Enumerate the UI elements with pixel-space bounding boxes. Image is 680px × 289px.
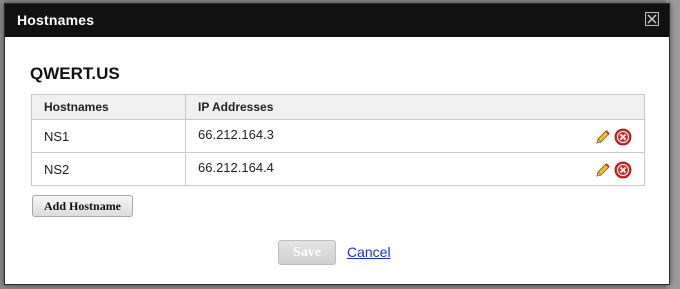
add-hostname-button[interactable]: Add Hostname — [32, 195, 134, 217]
ip-cell: 66.212.164.4 — [185, 152, 645, 186]
domain-name: QWERT.US — [30, 64, 120, 83]
edit-button[interactable] — [594, 128, 612, 146]
delete-button[interactable] — [614, 161, 632, 179]
ip-cell: 66.212.164.3 — [185, 119, 645, 153]
close-icon — [647, 14, 657, 24]
cancel-link[interactable]: Cancel — [347, 244, 391, 260]
row-actions — [594, 128, 632, 146]
delete-button[interactable] — [614, 128, 632, 146]
ip-value: 66.212.164.4 — [198, 159, 274, 175]
ip-value: 66.212.164.3 — [198, 126, 274, 142]
save-button[interactable]: Save — [278, 240, 336, 265]
hostname-cell: NS1 — [31, 119, 186, 153]
pencil-icon — [596, 162, 610, 177]
close-button[interactable] — [645, 12, 659, 26]
delete-circle-icon — [614, 128, 632, 145]
pencil-icon — [596, 129, 610, 144]
edit-button[interactable] — [594, 161, 612, 179]
column-header-ip-addresses: IP Addresses — [185, 94, 645, 120]
hostnames-dialog: Hostnames QWERT.US Hostnames IP Addresse… — [4, 3, 670, 285]
hostname-cell: NS2 — [31, 152, 186, 186]
table-row: NS1 66.212.164.3 — [31, 119, 645, 153]
column-header-hostnames: Hostnames — [31, 94, 186, 120]
delete-circle-icon — [614, 161, 632, 178]
hostnames-table: Hostnames IP Addresses NS1 66.212.164.3 — [31, 94, 645, 186]
table-row: NS2 66.212.164.4 — [31, 152, 645, 186]
dialog-title: Hostnames — [17, 12, 95, 28]
row-actions — [594, 161, 632, 179]
dialog-titlebar: Hostnames — [5, 4, 669, 37]
table-header-row: Hostnames IP Addresses — [31, 94, 645, 120]
